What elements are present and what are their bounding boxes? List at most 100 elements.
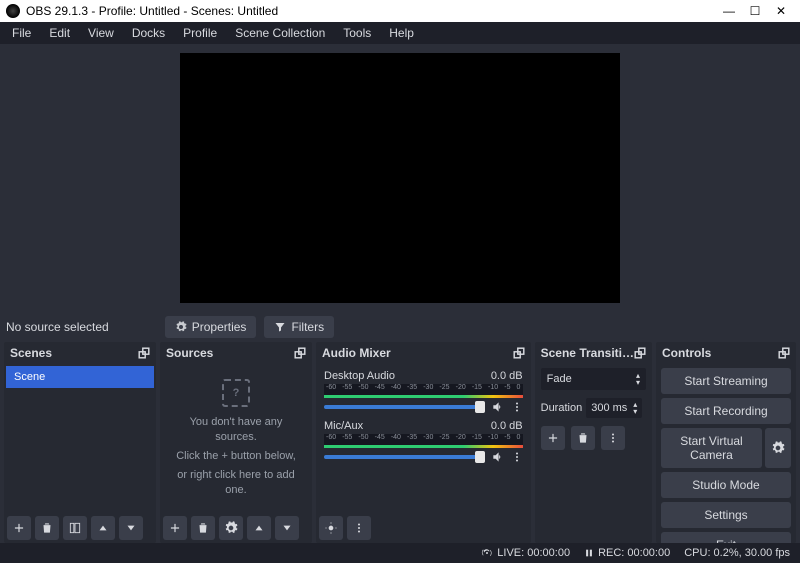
popout-icon[interactable] <box>294 347 306 359</box>
kebab-icon[interactable] <box>511 450 523 464</box>
speaker-icon[interactable] <box>491 400 505 414</box>
transition-menu-button[interactable] <box>601 426 625 450</box>
status-rec: REC: 00:00:00 <box>584 547 670 559</box>
mixer-channel-name: Desktop Audio <box>324 370 395 382</box>
settings-button[interactable]: Settings <box>661 502 791 528</box>
source-down-button[interactable] <box>275 516 299 540</box>
menu-edit[interactable]: Edit <box>41 24 78 42</box>
mixer-channel-level: 0.0 dB <box>491 420 523 432</box>
docks-row: Scenes Scene Sources ? You don't have an… <box>0 342 800 543</box>
pause-icon <box>584 548 594 558</box>
remove-transition-button[interactable] <box>571 426 595 450</box>
source-up-button[interactable] <box>247 516 271 540</box>
sources-title: Sources <box>166 346 213 360</box>
scenes-title: Scenes <box>10 346 52 360</box>
audio-mixer-dock: Audio Mixer Desktop Audio 0.0 dB -60-55-… <box>316 342 531 543</box>
status-live-text: LIVE: 00:00:00 <box>497 547 570 559</box>
titlebar: OBS 29.1.3 - Profile: Untitled - Scenes:… <box>0 0 800 22</box>
studio-mode-button[interactable]: Studio Mode <box>661 472 791 498</box>
window-title: OBS 29.1.3 - Profile: Untitled - Scenes:… <box>26 4 278 18</box>
controls-dock: Controls Start Streaming Start Recording… <box>656 342 796 543</box>
kebab-icon[interactable] <box>511 400 523 414</box>
properties-button[interactable]: Properties <box>165 316 257 338</box>
advanced-audio-button[interactable] <box>319 516 343 540</box>
scenes-list[interactable]: Scene <box>4 364 156 513</box>
mixer-channel-level: 0.0 dB <box>491 370 523 382</box>
transition-current: Fade <box>547 373 572 385</box>
menu-file[interactable]: File <box>4 24 39 42</box>
volume-slider[interactable] <box>324 405 485 409</box>
controls-body: Start Streaming Start Recording Start Vi… <box>656 364 796 543</box>
add-transition-button[interactable] <box>541 426 565 450</box>
popout-icon[interactable] <box>634 347 646 359</box>
sources-empty-state: ? You don't have any sources. Click the … <box>162 366 310 511</box>
audio-meter: -60-55-50-45-40-35-30-25-20-15-10-50 <box>324 434 523 448</box>
start-streaming-button[interactable]: Start Streaming <box>661 368 791 394</box>
menu-help[interactable]: Help <box>381 24 422 42</box>
menu-scene-collection[interactable]: Scene Collection <box>227 24 333 42</box>
controls-title: Controls <box>662 346 711 360</box>
transitions-dock: Scene Transiti… Fade ▴▾ Duration 300 ms … <box>535 342 652 543</box>
preview-canvas[interactable] <box>180 53 620 303</box>
filter-icon <box>274 321 286 333</box>
duration-value: 300 ms <box>591 402 627 414</box>
close-button[interactable]: ✕ <box>768 4 794 18</box>
scene-down-button[interactable] <box>119 516 143 540</box>
menubar: File Edit View Docks Profile Scene Colle… <box>0 22 800 44</box>
statusbar: LIVE: 00:00:00 REC: 00:00:00 CPU: 0.2%, … <box>0 543 800 563</box>
speaker-icon[interactable] <box>491 450 505 464</box>
broadcast-icon <box>481 547 493 559</box>
meter-ticks: -60-55-50-45-40-35-30-25-20-15-10-50 <box>326 384 521 391</box>
mixer-menu-button[interactable] <box>347 516 371 540</box>
scene-up-button[interactable] <box>91 516 115 540</box>
duration-input[interactable]: 300 ms ▴▾ <box>586 398 642 418</box>
remove-scene-button[interactable] <box>35 516 59 540</box>
sources-footer <box>160 513 312 543</box>
meter-ticks: -60-55-50-45-40-35-30-25-20-15-10-50 <box>326 434 521 441</box>
volume-slider[interactable] <box>324 455 485 459</box>
start-recording-button[interactable]: Start Recording <box>661 398 791 424</box>
sources-list[interactable]: ? You don't have any sources. Click the … <box>160 364 312 513</box>
menu-profile[interactable]: Profile <box>175 24 225 42</box>
sources-empty-line2: Click the + button below, <box>176 449 296 464</box>
sources-header: Sources <box>160 342 312 364</box>
popout-icon[interactable] <box>513 347 525 359</box>
filters-button[interactable]: Filters <box>264 316 334 338</box>
scenes-header: Scenes <box>4 342 156 364</box>
properties-label: Properties <box>192 320 247 334</box>
minimize-button[interactable]: — <box>716 4 742 18</box>
status-rec-text: REC: 00:00:00 <box>598 547 670 559</box>
preview-area <box>0 44 800 312</box>
menu-docks[interactable]: Docks <box>124 24 173 42</box>
updown-icon: ▴▾ <box>636 372 640 386</box>
obs-logo-icon <box>6 4 20 18</box>
add-source-button[interactable] <box>163 516 187 540</box>
duration-label: Duration <box>541 402 583 414</box>
start-virtual-camera-button[interactable]: Start Virtual Camera <box>661 428 762 468</box>
status-live: LIVE: 00:00:00 <box>481 547 570 559</box>
popout-icon[interactable] <box>138 347 150 359</box>
sources-empty-line1: You don't have any sources. <box>168 415 304 445</box>
sources-dock: Sources ? You don't have any sources. Cl… <box>160 342 312 543</box>
scene-item[interactable]: Scene <box>6 366 154 388</box>
transitions-header: Scene Transiti… <box>535 342 652 364</box>
menu-view[interactable]: View <box>80 24 122 42</box>
scenes-footer <box>4 513 156 543</box>
transitions-body: Fade ▴▾ Duration 300 ms ▴▾ <box>535 364 652 543</box>
status-cpu-text: CPU: 0.2%, 30.00 fps <box>684 547 790 559</box>
remove-source-button[interactable] <box>191 516 215 540</box>
scene-filter-button[interactable] <box>63 516 87 540</box>
menu-tools[interactable]: Tools <box>335 24 379 42</box>
transition-select[interactable]: Fade ▴▾ <box>541 368 646 390</box>
source-properties-button[interactable] <box>219 516 243 540</box>
add-scene-button[interactable] <box>7 516 31 540</box>
mixer-channel-desktop: Desktop Audio 0.0 dB -60-55-50-45-40-35-… <box>318 366 529 416</box>
virtual-camera-settings-button[interactable] <box>765 428 791 468</box>
transitions-title: Scene Transiti… <box>541 346 634 360</box>
popout-icon[interactable] <box>778 347 790 359</box>
audio-meter: -60-55-50-45-40-35-30-25-20-15-10-50 <box>324 384 523 398</box>
mixer-body: Desktop Audio 0.0 dB -60-55-50-45-40-35-… <box>316 364 531 513</box>
controls-header: Controls <box>656 342 796 364</box>
maximize-button[interactable]: ☐ <box>742 4 768 18</box>
exit-button[interactable]: Exit <box>661 532 791 543</box>
